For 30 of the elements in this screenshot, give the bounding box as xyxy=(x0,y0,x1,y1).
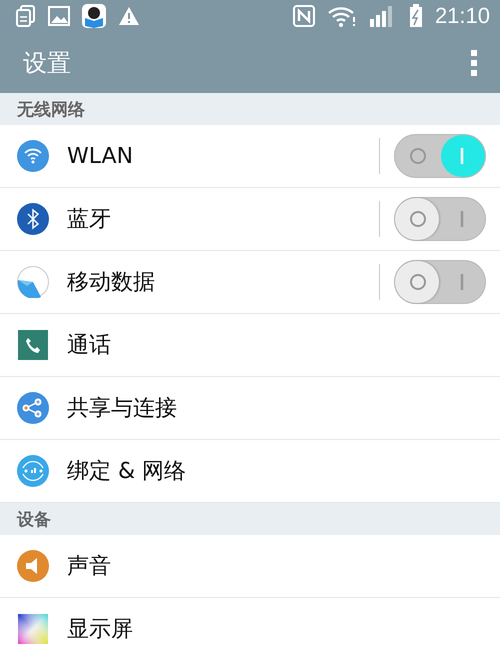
setting-label: WLAN xyxy=(67,144,134,168)
nfc-icon xyxy=(292,5,315,27)
clock-time: 21:10 xyxy=(434,3,490,29)
warning-icon xyxy=(118,6,140,26)
tether-icon xyxy=(17,455,49,487)
speaker-icon xyxy=(17,550,49,582)
setting-label: 声音 xyxy=(67,553,112,581)
setting-label: 移动数据 xyxy=(67,269,156,297)
setting-label: 共享与连接 xyxy=(67,395,178,423)
toggle-switch[interactable] xyxy=(394,260,486,304)
setting-label: 蓝牙 xyxy=(67,206,112,234)
toggle-switch[interactable] xyxy=(394,134,486,178)
battery-icon xyxy=(408,4,423,28)
setting-label: 通话 xyxy=(67,332,112,360)
overflow-menu-icon[interactable] xyxy=(470,50,478,76)
setting-label: 绑定 & 网络 xyxy=(67,458,188,486)
screen-title: 设置 xyxy=(23,48,72,78)
section-header: 无线网络 xyxy=(17,98,85,120)
copy-icon xyxy=(16,5,36,27)
wifi-icon xyxy=(17,140,49,172)
image-icon xyxy=(48,6,70,26)
pie-chart-icon xyxy=(17,266,49,298)
bluetooth-icon xyxy=(17,203,49,235)
toggle-switch[interactable] xyxy=(394,197,486,241)
color-square-icon xyxy=(17,613,49,645)
phone-icon xyxy=(17,329,49,361)
setting-label: 显示屏 xyxy=(67,616,134,644)
wifi-icon xyxy=(326,5,357,27)
share-icon xyxy=(17,392,49,424)
section-header: 设备 xyxy=(17,508,51,530)
